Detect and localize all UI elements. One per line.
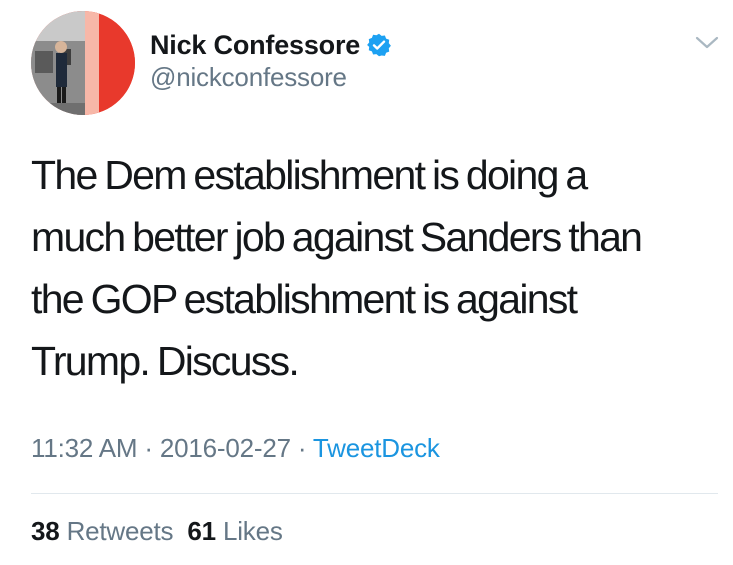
likes-count: 61	[187, 516, 216, 546]
divider	[31, 493, 718, 494]
tweet-time[interactable]: 11:32 AM	[31, 433, 138, 463]
tweet-stats: 38 Retweets 61 Likes	[31, 516, 283, 547]
profile-photo	[31, 11, 135, 115]
avatar[interactable]	[31, 11, 135, 115]
display-name[interactable]: Nick Confessore	[150, 30, 360, 61]
tweet-meta: 11:32 AM · 2016-02-27 · TweetDeck	[31, 433, 440, 464]
display-name-row: Nick Confessore	[150, 26, 391, 64]
user-handle[interactable]: @nickconfessore	[150, 62, 347, 93]
retweets-count: 38	[31, 516, 60, 546]
likes-stat[interactable]: 61 Likes	[187, 516, 282, 546]
retweets-label: Retweets	[66, 516, 174, 546]
verified-badge-icon	[367, 33, 391, 57]
meta-separator: ·	[144, 433, 153, 463]
tweet-date[interactable]: 2016-02-27	[160, 433, 291, 463]
tweet-source-link[interactable]: TweetDeck	[313, 433, 440, 463]
retweets-stat[interactable]: 38 Retweets	[31, 516, 174, 546]
meta-separator: ·	[297, 433, 307, 463]
tweet-text: The Dem establishment is doing a much be…	[31, 152, 643, 384]
chevron-down-icon[interactable]	[694, 32, 720, 54]
likes-label: Likes	[222, 516, 283, 546]
